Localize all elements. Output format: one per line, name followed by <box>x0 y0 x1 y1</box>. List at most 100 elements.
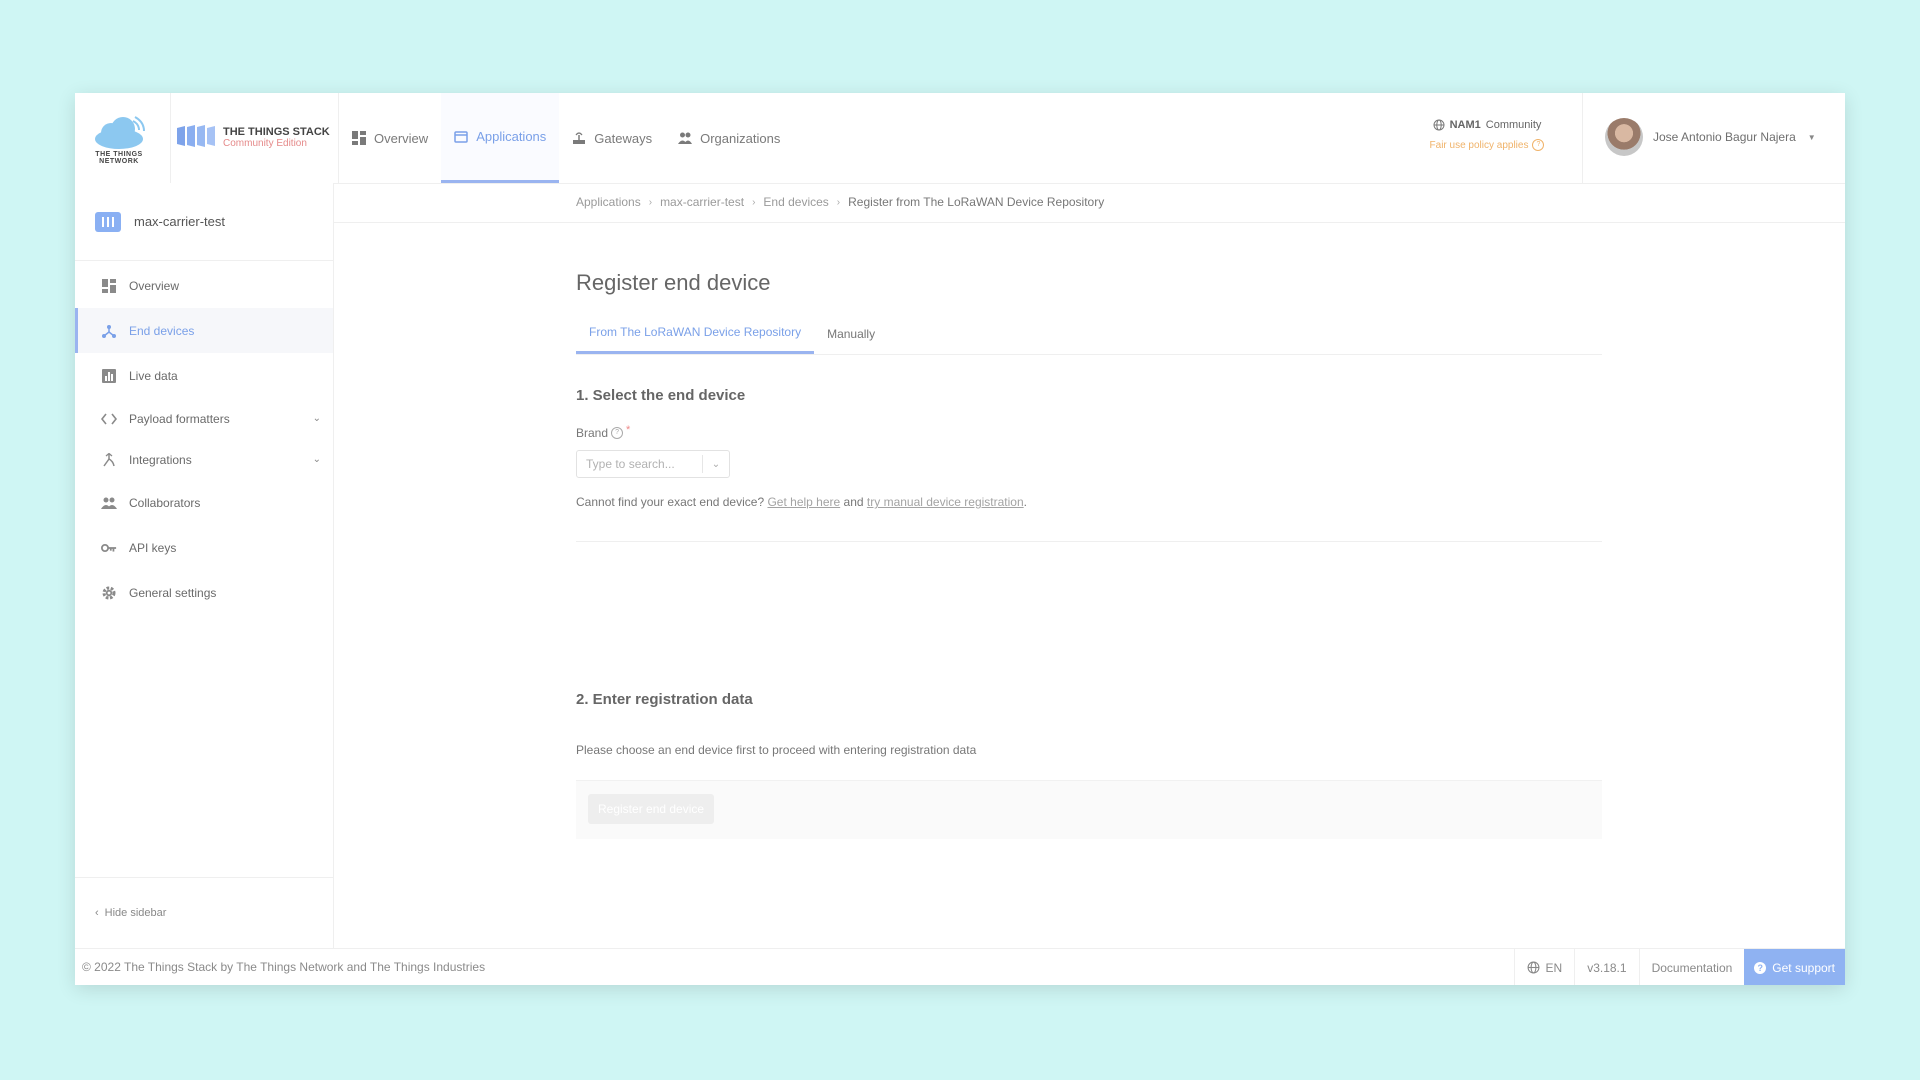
caret-down-icon: ▼ <box>1807 132 1816 142</box>
sidebar-item-live-data[interactable]: Live data <box>75 353 333 398</box>
hide-sidebar-button[interactable]: ‹ Hide sidebar <box>75 877 333 947</box>
sidebar-item-collaborators[interactable]: Collaborators <box>75 480 333 525</box>
user-name: Jose Antonio Bagur Najera <box>1653 130 1796 144</box>
chevron-right-icon: › <box>648 196 653 208</box>
end-devices-icon <box>101 323 117 339</box>
nav-organizations-label: Organizations <box>700 130 781 146</box>
breadcrumb-applications[interactable]: Applications <box>576 195 641 209</box>
help-suffix: . <box>1023 495 1027 509</box>
help-icon: ? <box>1754 961 1767 974</box>
fair-use-policy-link[interactable]: Fair use policy applies <box>1430 140 1529 151</box>
sidebar-item-label: Overview <box>129 278 180 293</box>
top-header: THE THINGS NETWORK THE THINGS STACK Comm… <box>75 93 1845 184</box>
user-menu[interactable]: Jose Antonio Bagur Najera ▼ <box>1605 118 1816 156</box>
version-label: v3.18.1 <box>1574 949 1638 985</box>
help-icon[interactable]: ? <box>1532 139 1545 151</box>
cloud-icon <box>95 116 145 149</box>
section-select-end-device: 1. Select the end device <box>576 387 746 404</box>
application-icon <box>95 211 121 232</box>
help-prefix: Cannot find your exact end device? <box>576 495 765 509</box>
chevron-right-icon: › <box>752 196 756 208</box>
nav-gateways-label: Gateways <box>594 130 653 146</box>
nav-gateways[interactable]: Gateways <box>559 93 665 183</box>
language-selector[interactable]: EN <box>1513 949 1575 985</box>
language-label: EN <box>1545 960 1563 975</box>
chevron-down-icon[interactable]: ⌄ <box>313 454 321 465</box>
dashboard-icon <box>352 131 366 145</box>
stack-logo-title: THE THINGS STACK <box>223 126 330 138</box>
nav-applications[interactable]: Applications <box>441 93 560 183</box>
breadcrumb-bar: Applications › max-carrier-test › End de… <box>334 183 1845 223</box>
sidebar-item-integrations[interactable]: Integrations ⌄ <box>75 439 333 480</box>
integrations-icon <box>101 452 117 468</box>
registration-note: Please choose an end device first to pro… <box>576 743 977 757</box>
footer-actions: EN v3.18.1 Documentation ? Get support <box>1513 949 1845 985</box>
section-registration-data: 2. Enter registration data <box>576 691 753 708</box>
required-marker: * <box>626 424 631 436</box>
hide-sidebar-label: Hide sidebar <box>104 906 167 919</box>
sidebar-item-label: Live data <box>129 368 178 383</box>
gear-icon <box>101 585 117 601</box>
sidebar: max-carrier-test Overview End devices Li… <box>75 183 334 948</box>
chevron-down-icon[interactable]: ⌄ <box>702 455 729 473</box>
globe-icon <box>1527 961 1539 974</box>
nav-applications-label: Applications <box>476 129 547 144</box>
nav-overview-label: Overview <box>374 130 429 146</box>
sidebar-item-label: Collaborators <box>129 495 201 510</box>
cluster-selector[interactable]: NAM1 Community Fair use policy applies ? <box>1427 119 1547 151</box>
registration-tabs: From The LoRaWAN Device Repository Manua… <box>576 313 1602 355</box>
submit-bar: Register end device <box>576 780 1602 839</box>
footer: © 2022 The Things Stack by The Things Ne… <box>75 948 1845 985</box>
sidebar-item-end-devices[interactable]: End devices <box>75 308 333 353</box>
copyright-text: © 2022 The Things Stack by The Things Ne… <box>82 960 486 974</box>
breadcrumb-end-devices[interactable]: End devices <box>763 195 828 209</box>
avatar <box>1605 118 1643 156</box>
sidebar-item-label: API keys <box>129 540 177 555</box>
live-data-icon <box>101 368 117 384</box>
organizations-icon <box>678 132 693 144</box>
documentation-link[interactable]: Documentation <box>1638 949 1745 985</box>
sidebar-item-overview[interactable]: Overview <box>75 263 333 308</box>
breadcrumb: Applications › max-carrier-test › End de… <box>576 195 1104 209</box>
globe-icon <box>1433 119 1445 131</box>
chevron-down-icon[interactable]: ⌄ <box>313 413 321 424</box>
sidebar-item-label: General settings <box>129 585 217 600</box>
register-end-device-button[interactable]: Register end device <box>588 794 715 824</box>
nav-overview[interactable]: Overview <box>339 93 441 183</box>
sidebar-item-payload-formatters[interactable]: Payload formatters ⌄ <box>75 398 333 439</box>
chevron-left-icon: ‹ <box>95 906 99 919</box>
breadcrumb-current: Register from The LoRaWAN Device Reposit… <box>848 195 1105 209</box>
dashboard-icon <box>101 278 117 294</box>
top-navigation: Overview Applications Gateways Organizat… <box>339 93 793 183</box>
ttn-logo-text: THE THINGS NETWORK <box>95 151 143 165</box>
divider <box>170 93 171 183</box>
sidebar-item-api-keys[interactable]: API keys <box>75 525 333 570</box>
sidebar-item-label: Integrations <box>129 452 192 467</box>
application-icon <box>454 130 468 143</box>
help-and: and <box>843 495 864 509</box>
breadcrumb-application[interactable]: max-carrier-test <box>660 195 744 209</box>
sidebar-item-label: End devices <box>129 323 195 338</box>
code-icon <box>101 411 117 427</box>
manual-registration-link[interactable]: try manual device registration <box>867 495 1024 509</box>
things-stack-logo[interactable]: THE THINGS STACK Community Edition <box>175 121 345 153</box>
page-title: Register end device <box>576 269 771 295</box>
brand-label-text: Brand <box>576 426 609 440</box>
chevron-right-icon: › <box>836 196 841 208</box>
tab-manually[interactable]: Manually <box>814 313 888 354</box>
sidebar-app-header: max-carrier-test <box>75 183 333 261</box>
sidebar-item-label: Payload formatters <box>129 411 230 426</box>
device-help-text: Cannot find your exact end device? Get h… <box>576 495 1027 509</box>
sidebar-item-general-settings[interactable]: General settings <box>75 570 333 615</box>
get-support-label: Get support <box>1772 960 1835 975</box>
gateway-icon <box>573 132 586 144</box>
ttn-logo[interactable]: THE THINGS NETWORK <box>89 115 149 165</box>
divider <box>1582 93 1583 183</box>
get-support-button[interactable]: ? Get support <box>1744 949 1845 985</box>
collaborators-icon <box>101 495 117 511</box>
tab-device-repository[interactable]: From The LoRaWAN Device Repository <box>576 313 815 354</box>
brand-select[interactable]: Type to search... ⌄ <box>576 450 730 478</box>
help-icon[interactable]: ? <box>611 427 624 439</box>
nav-organizations[interactable]: Organizations <box>665 93 793 183</box>
get-help-link[interactable]: Get help here <box>767 495 840 509</box>
